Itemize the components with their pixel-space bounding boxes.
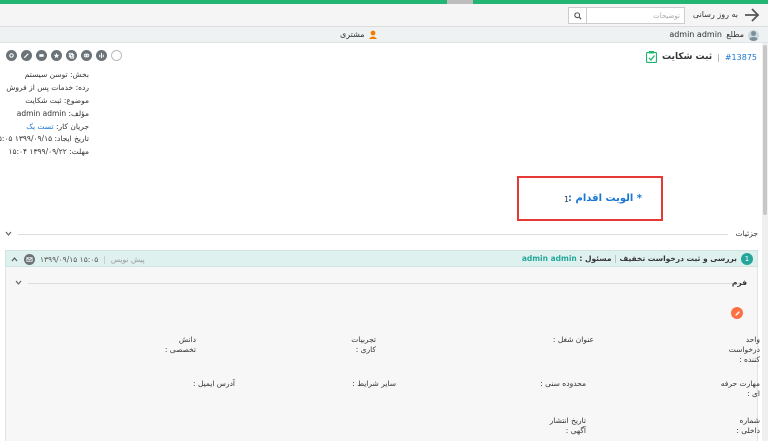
customer-label: مشتری (340, 30, 365, 39)
link-icon[interactable] (81, 50, 92, 61)
chevron-up-icon[interactable] (10, 255, 19, 264)
priority-label: * الویت اقدام : (568, 193, 642, 204)
scrollbar-thumb[interactable] (763, 45, 767, 215)
form-field-knowledge: دانش تخصصی : (164, 335, 196, 354)
form-field-unit: واحد درخواست کننده : (728, 335, 760, 364)
form-label: فرم (731, 278, 747, 287)
divider (28, 283, 746, 284)
field-category: رده: خدمات پس از فروش (6, 83, 89, 92)
action-buttons (6, 50, 122, 62)
form-field-other-conditions: سایر شرایط : (352, 379, 396, 388)
field-subject: موضوع: ثبت شکایت (25, 96, 89, 105)
form-field-publish-date: تاریخ انتشار آگهی : (549, 416, 586, 435)
matla-label: مطلع (726, 30, 744, 39)
search-input[interactable] (588, 8, 684, 23)
step-date: ۱۳۹۹/۰۹/۱۵ ۱۵:۰۵ (40, 254, 99, 264)
draft-label: پیش نویس (110, 254, 145, 264)
circle-icon[interactable] (111, 50, 122, 61)
chevron-down-icon[interactable] (4, 229, 13, 238)
search-icon[interactable] (569, 8, 587, 23)
toolbar: به روز رسانی (0, 4, 768, 27)
ticket-id-link[interactable]: #13875 (725, 53, 757, 62)
details-section-header[interactable]: جزئیات (0, 226, 762, 242)
user-bar: مطلع admin admin مشتری (0, 27, 768, 43)
priority-value: 1 (564, 195, 570, 204)
edit-pencil-icon[interactable] (731, 307, 743, 319)
chevron-down-icon[interactable] (14, 278, 23, 287)
gear-star-icon[interactable] (51, 50, 62, 61)
arrow-right-icon[interactable] (742, 6, 762, 24)
step-bar[interactable]: 1 بررسی و ثبت درخواست تخفیف | مسئول : ad… (5, 250, 758, 267)
form-field-age-range: محدوده سنی : (540, 379, 586, 388)
divider (18, 234, 728, 235)
tree-icon[interactable] (96, 50, 107, 61)
field-deadline: مهلت: ۱۳۹۹/۰۹/۲۲ ۱۵:۰۴ (8, 147, 89, 156)
refresh-button[interactable]: به روز رسانی (693, 10, 738, 19)
field-workflow: جریان کار: تست یک (26, 122, 89, 131)
print-icon[interactable] (36, 50, 47, 61)
field-section: بخش: توسن سیستم (24, 70, 89, 79)
title-separator: | (717, 52, 720, 62)
settings-icon[interactable] (6, 50, 17, 61)
step-owner: admin admin (521, 254, 577, 263)
form-field-job-title: عنوان شغل : (552, 335, 594, 344)
form-field-skill: مهارت حرفه ای : (720, 379, 760, 398)
form-field-internal-number: شماره داخلی : (736, 416, 760, 435)
field-created-date: تاریخ ایجاد: ۱۳۹۹/۰۹/۱۵ ۱۵:۰۵ (0, 134, 89, 143)
customer-indicator[interactable]: مشتری (340, 30, 378, 39)
user-avatar-icon[interactable] (748, 30, 759, 41)
pencil-icon[interactable] (21, 50, 32, 61)
step-separator: | (103, 254, 106, 264)
search-box (568, 7, 685, 24)
step-meta: ۱۳۹۹/۰۹/۱۵ ۱۵:۰۵ | پیش نویس (10, 253, 145, 265)
form-field-experience: تجربیات کاری : (351, 335, 376, 354)
step-title: بررسی و ثبت درخواست تخفیف | مسئول : admi… (521, 254, 737, 263)
step-number-badge: 1 (741, 253, 753, 265)
username[interactable]: admin admin (669, 30, 722, 39)
ticket-title-row: ثبت شکایت | #13875 (645, 50, 757, 64)
ticket-title: ثبت شکایت (662, 52, 713, 62)
checklist-icon (645, 51, 658, 64)
form-field-email: آدرس ایمیل : (193, 379, 235, 388)
mail-icon[interactable] (24, 253, 35, 265)
copy-icon[interactable] (66, 50, 77, 61)
workflow-link[interactable]: تست یک (26, 122, 53, 131)
details-label: جزئیات (735, 229, 758, 238)
customer-icon (368, 30, 378, 39)
form-section: فرم (5, 267, 758, 441)
field-author: مؤلف: admin admin (16, 109, 89, 118)
